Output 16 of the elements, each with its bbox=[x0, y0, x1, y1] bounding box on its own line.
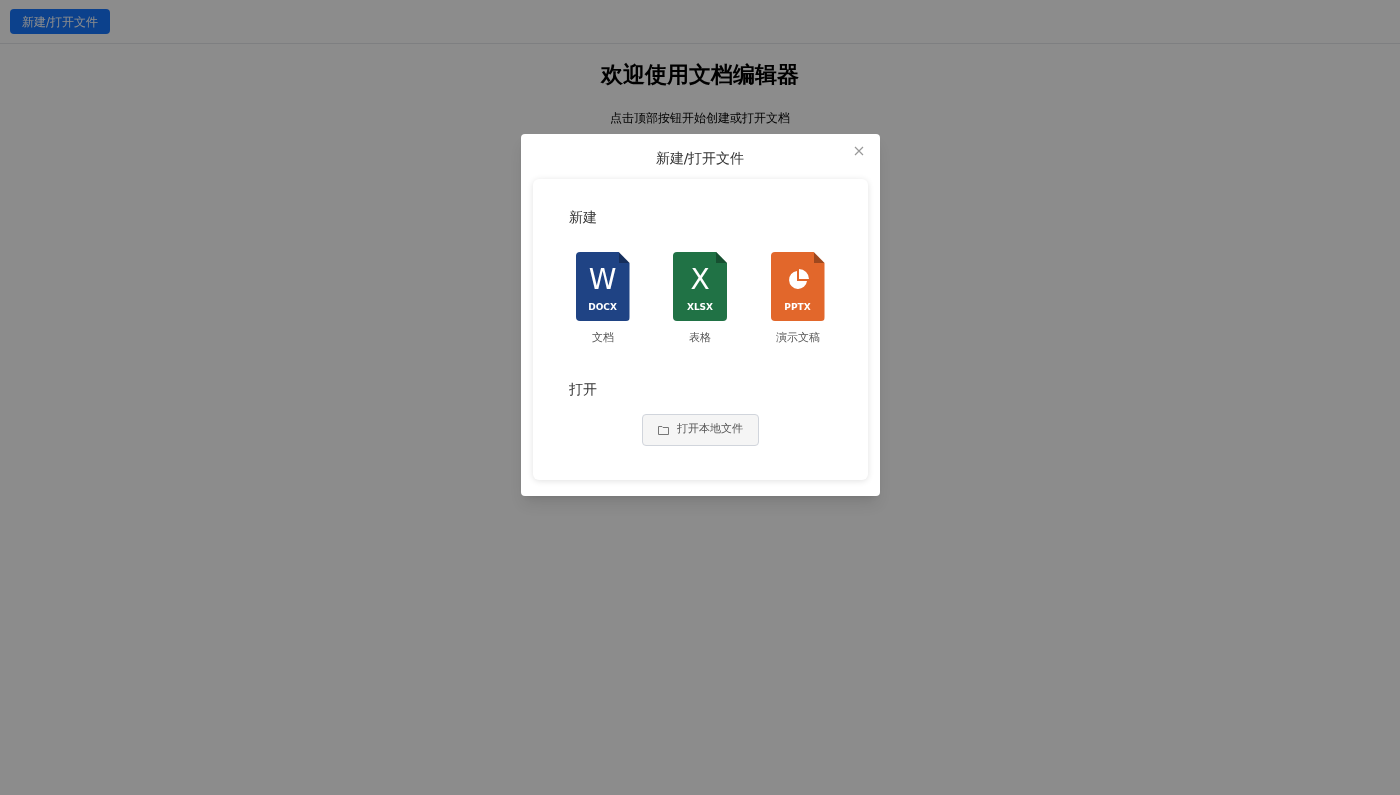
file-type-option[interactable]: PPTX 演示文稿 bbox=[765, 252, 830, 347]
page-title: 欢迎使用文档编辑器 bbox=[601, 61, 799, 89]
file-extension: DOCX bbox=[588, 300, 617, 314]
pie-chart-icon bbox=[786, 268, 809, 291]
file-type-option[interactable]: X XLSX 表格 bbox=[668, 252, 732, 347]
file-extension: XLSX bbox=[686, 300, 714, 314]
file-type-option[interactable]: W DOCX 文档 bbox=[570, 252, 635, 347]
file-letter: W bbox=[588, 265, 617, 294]
file-letter: X bbox=[690, 265, 710, 294]
file-extension: PPTX bbox=[784, 300, 811, 314]
page-subtitle: 点击顶部按钮开始创建或打开文档 bbox=[610, 110, 790, 127]
open-local-file-button[interactable]: 打开本地文件 bbox=[641, 413, 759, 446]
section-heading: 新建 bbox=[568, 208, 598, 227]
folder-icon bbox=[657, 424, 669, 435]
dialog-title: 新建/打开文件 bbox=[655, 148, 745, 168]
section-heading: 打开 bbox=[568, 379, 598, 399]
